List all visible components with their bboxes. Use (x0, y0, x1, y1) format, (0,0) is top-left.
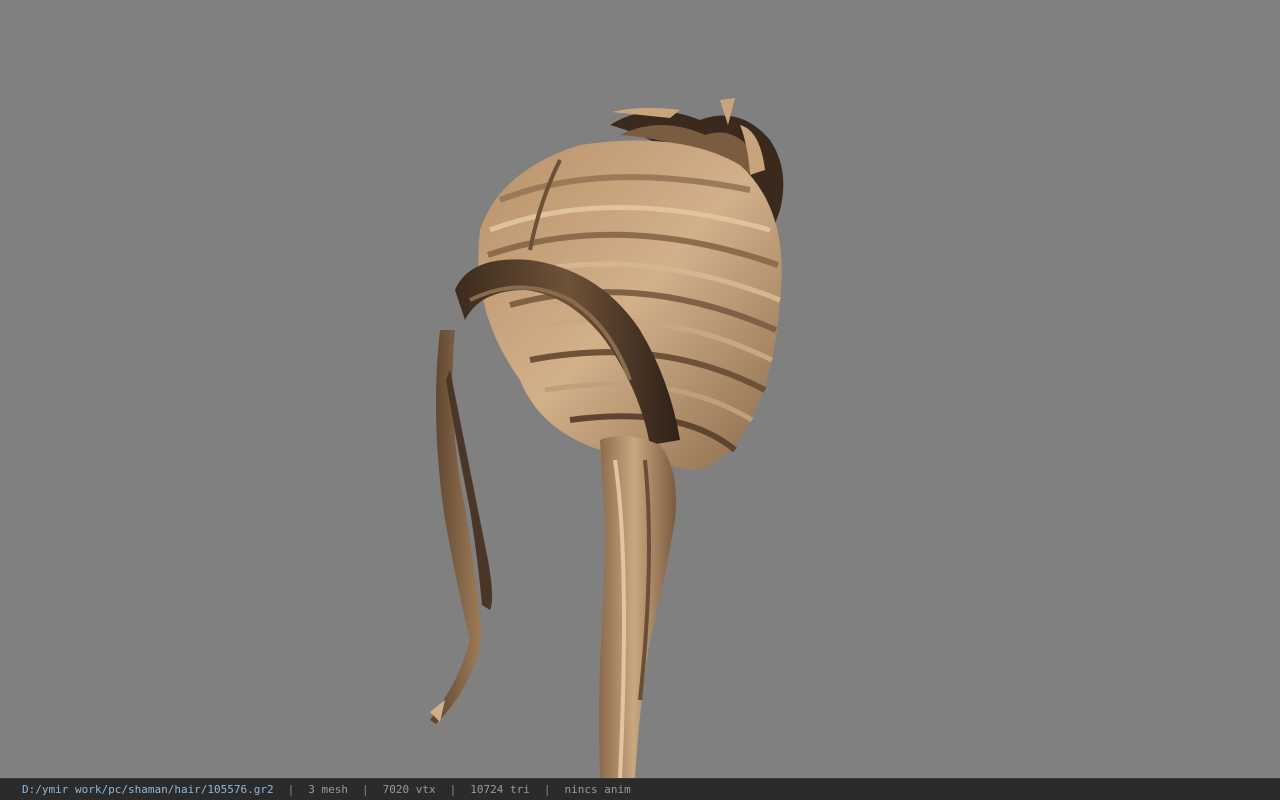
separator: | (362, 783, 369, 796)
triangle-count: 10724 tri (470, 783, 530, 796)
separator: | (449, 783, 457, 796)
3d-viewport[interactable] (0, 0, 1280, 778)
animation-status: nincs anim (564, 783, 631, 796)
separator: | (543, 783, 551, 796)
hair-model-render (430, 98, 784, 778)
status-bar: D:/ymir work/pc/shaman/hair/105576.gr2 |… (0, 778, 1280, 800)
separator: | (287, 783, 295, 796)
hair-tail (599, 436, 676, 778)
vertex-count: 7020 vtx (382, 783, 436, 796)
mesh-count: 3 mesh (308, 783, 349, 796)
hair-cap (478, 140, 782, 470)
file-path: D:/ymir work/pc/shaman/hair/105576.gr2 (22, 783, 274, 796)
hair-loose-strands (430, 330, 493, 724)
